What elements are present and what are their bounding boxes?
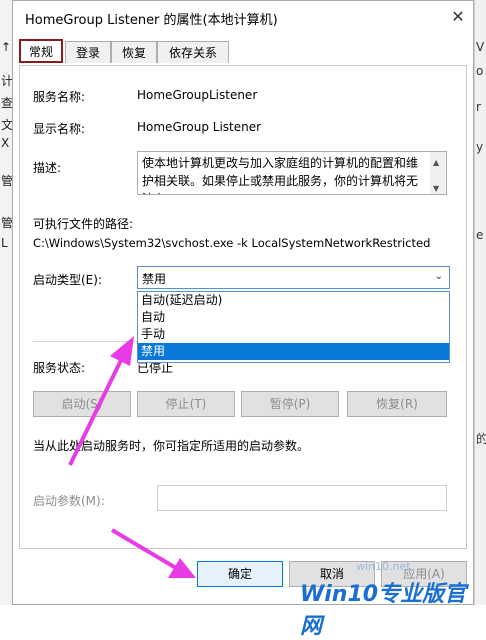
arrow-icon: [68, 336, 134, 466]
watermark-small: win10.net: [356, 560, 411, 573]
arrow-icon: [110, 528, 196, 578]
annotation-arrows: [68, 336, 196, 578]
watermark-logo: Win10专业版官网: [300, 582, 467, 639]
